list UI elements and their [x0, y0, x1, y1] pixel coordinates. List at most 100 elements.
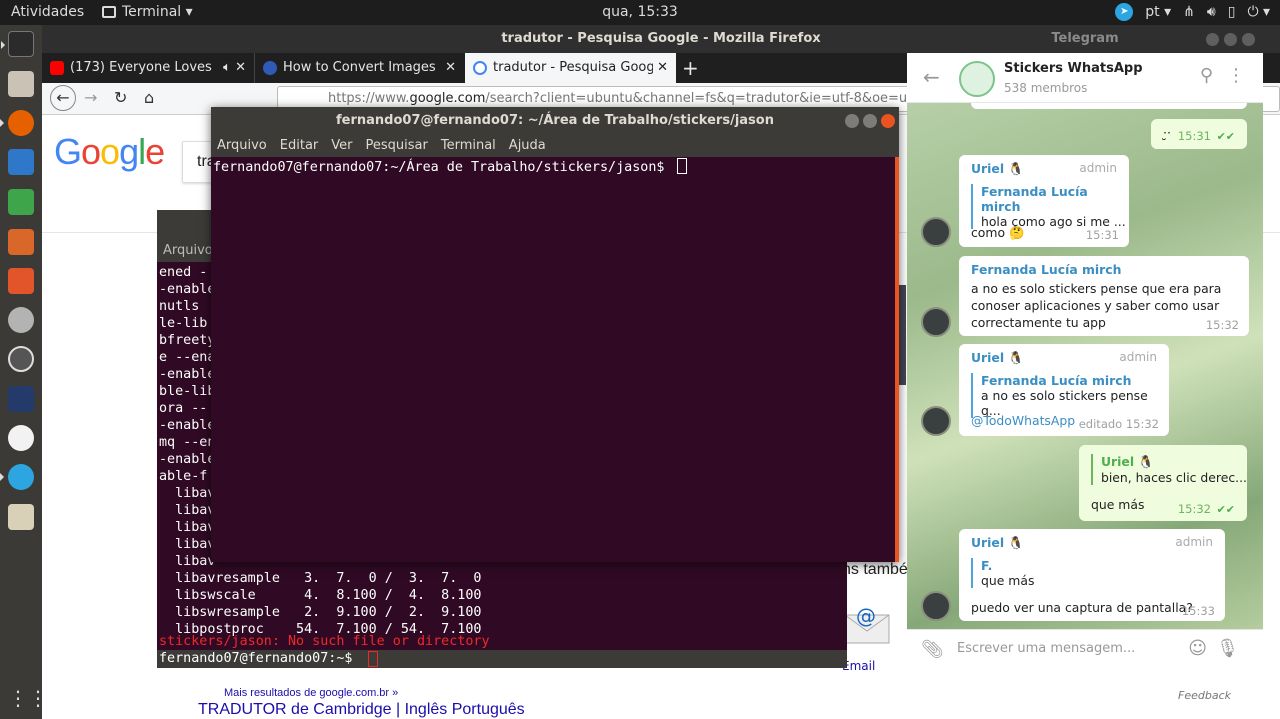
- launcher: ⋮⋮: [0, 25, 48, 719]
- close-icon[interactable]: [881, 114, 895, 128]
- terminal-line: libav: [159, 520, 216, 535]
- home-button[interactable]: ⌂: [144, 88, 154, 107]
- terminal-cursor: [368, 651, 378, 667]
- tab-google[interactable]: tradutor - Pesquisa Goog ✕: [465, 53, 676, 83]
- firefox-launcher-icon[interactable]: [0, 110, 34, 136]
- battery-icon[interactable]: ▯: [1228, 4, 1236, 20]
- maximize-icon[interactable]: [863, 114, 877, 128]
- message-input[interactable]: Escrever uma mensagem...: [957, 641, 1135, 656]
- chat-name[interactable]: Stickers WhatsApp: [1004, 61, 1143, 76]
- message-input-bar: 📎︎ Escrever uma mensagem... ☺ 🎙︎: [907, 629, 1263, 669]
- activities-button[interactable]: Atividades: [11, 4, 84, 20]
- minimize-icon[interactable]: [845, 114, 859, 128]
- close-tab-icon[interactable]: ✕: [441, 53, 456, 83]
- terminal-window[interactable]: fernando07@fernando07: ~/Área de Trabalh…: [211, 107, 899, 562]
- terminal-line: libav: [159, 537, 216, 552]
- minimize-icon[interactable]: [1206, 33, 1219, 46]
- media-launcher-icon[interactable]: [8, 425, 34, 451]
- network-icon[interactable]: ⋔: [1183, 4, 1195, 20]
- reload-button[interactable]: ↻: [114, 88, 127, 107]
- close-tab-icon[interactable]: 🔈︎ ✕: [223, 53, 246, 83]
- menu-editar[interactable]: Editar: [280, 135, 319, 157]
- menu-ajuda[interactable]: Ajuda: [509, 135, 546, 157]
- message-list: ·̮· 15:31 ✔✔ Uriel 🐧 admin Fernanda Lucí…: [907, 103, 1263, 629]
- updater-launcher-icon[interactable]: [8, 346, 34, 372]
- power-menu-icon[interactable]: ⏻ ▾: [1247, 4, 1270, 20]
- email-icon[interactable]: @: [842, 597, 892, 647]
- message-bubble-partial[interactable]: [971, 103, 1247, 109]
- tab-label: tradutor - Pesquisa Goog: [493, 60, 655, 75]
- menu-terminal[interactable]: Terminal: [441, 135, 496, 157]
- back-button[interactable]: ←: [50, 85, 76, 111]
- menu-arquivo[interactable]: Arquivo: [217, 135, 267, 157]
- result-title-link[interactable]: TRADUTOR de Cambridge | Inglês Português: [198, 701, 525, 719]
- powershell-launcher-icon[interactable]: [8, 386, 34, 412]
- url-domain: google.com: [409, 91, 486, 106]
- terminal-line: -enable: [159, 367, 216, 382]
- back-arrow-icon[interactable]: ←: [923, 65, 940, 89]
- search-icon[interactable]: ⚲: [1200, 65, 1213, 86]
- terminal-launcher-icon[interactable]: [1, 31, 34, 57]
- settings-launcher-icon[interactable]: [8, 307, 34, 333]
- avatar[interactable]: [921, 591, 951, 621]
- terminal-title: fernando07@fernando07: ~/Área de Trabalh…: [336, 113, 774, 128]
- tab-label: (173) Everyone Loves: [70, 60, 212, 75]
- terminal-body[interactable]: fernando07@fernando07:~/Área de Trabalho…: [211, 157, 899, 176]
- text-editor-launcher-icon[interactable]: [8, 504, 34, 530]
- close-icon[interactable]: [1242, 33, 1255, 46]
- menu-ver[interactable]: Ver: [331, 135, 352, 157]
- terminal-error-line: stickers/jason: No such file or director…: [159, 634, 490, 649]
- terminal-menubar: Arquivo Editar Ver Pesquisar Terminal Aj…: [211, 135, 899, 157]
- site-icon: [263, 61, 277, 75]
- avatar[interactable]: [921, 217, 951, 247]
- google-icon: [473, 61, 487, 75]
- emoji-icon[interactable]: ☺: [1188, 638, 1207, 659]
- system-tray: ➤ pt ▾ ⋔ 🔊︎ ▯ ⏻ ▾: [1115, 3, 1270, 21]
- app-menu[interactable]: Terminal ▾: [102, 4, 193, 20]
- close-tab-icon[interactable]: ✕: [653, 53, 668, 83]
- calc-launcher-icon[interactable]: [8, 189, 34, 215]
- forward-button[interactable]: →: [84, 88, 97, 107]
- google-logo[interactable]: Google: [54, 131, 165, 173]
- volume-icon[interactable]: 🔊︎: [1207, 4, 1216, 20]
- files-launcher-icon[interactable]: [8, 71, 34, 97]
- message-bubble[interactable]: Uriel 🐧 admin F. que más puedo ver una ca…: [959, 529, 1225, 621]
- terminal-titlebar[interactable]: fernando07@fernando07: ~/Área de Trabalh…: [211, 107, 899, 135]
- member-count: 538 membros: [1004, 81, 1088, 95]
- terminal-line: ora --: [159, 401, 208, 416]
- terminal-line: nutls: [159, 299, 200, 314]
- message-bubble[interactable]: ·̮· 15:31 ✔✔: [1151, 119, 1247, 149]
- more-results-link[interactable]: Mais resultados de google.com.br »: [224, 687, 398, 699]
- message-bubble[interactable]: Uriel 🐧 bien, haces clic derec... que más…: [1079, 445, 1247, 521]
- reply-quote[interactable]: F. que más: [971, 558, 1034, 588]
- chat-avatar[interactable]: [959, 61, 995, 97]
- message-bubble[interactable]: Fernanda Lucía mirch a no es solo sticke…: [959, 256, 1249, 336]
- reply-quote[interactable]: Fernanda Lucía mirch hola como ago si me …: [971, 184, 1129, 229]
- avatar[interactable]: [921, 307, 951, 337]
- language-indicator[interactable]: pt ▾: [1145, 4, 1171, 20]
- software-center-icon[interactable]: [8, 268, 34, 294]
- microphone-icon[interactable]: 🎙︎: [1216, 638, 1239, 659]
- menu-pesquisar[interactable]: Pesquisar: [366, 135, 428, 157]
- terminal-line: libswresample 2. 9.100 / 2. 9.100: [159, 605, 482, 620]
- maximize-icon[interactable]: [1224, 33, 1237, 46]
- reply-quote[interactable]: Uriel 🐧 bien, haces clic derec...: [1091, 454, 1247, 485]
- telegram-titlebar[interactable]: Telegram: [907, 25, 1263, 53]
- impress-launcher-icon[interactable]: [8, 229, 34, 255]
- message-bubble[interactable]: Uriel 🐧 admin Fernanda Lucía mirch hola c…: [959, 155, 1129, 247]
- tab-convert-images[interactable]: How to Convert Images ✕: [254, 53, 464, 83]
- tab-youtube[interactable]: (173) Everyone Loves 🔈︎ ✕: [42, 53, 254, 83]
- telegram-tray-icon[interactable]: ➤: [1115, 3, 1134, 21]
- feedback-link[interactable]: Feedback: [1178, 689, 1231, 702]
- writer-launcher-icon[interactable]: [8, 149, 34, 175]
- show-apps-icon[interactable]: ⋮⋮: [8, 686, 48, 712]
- message-bubble[interactable]: Uriel 🐧 admin Fernanda Lucía mirch a no e…: [959, 344, 1169, 436]
- telegram-launcher-icon[interactable]: [0, 464, 34, 490]
- new-tab-button[interactable]: +: [676, 53, 706, 83]
- avatar[interactable]: [921, 406, 951, 436]
- more-menu-icon[interactable]: ⋮: [1227, 65, 1245, 86]
- scrollbar[interactable]: [895, 157, 899, 562]
- terminal-prompt: fernando07@fernando07:~/Área de Trabalho…: [213, 160, 673, 175]
- attach-icon[interactable]: 📎︎: [921, 639, 944, 660]
- terminal-line: bfreety: [159, 333, 216, 348]
